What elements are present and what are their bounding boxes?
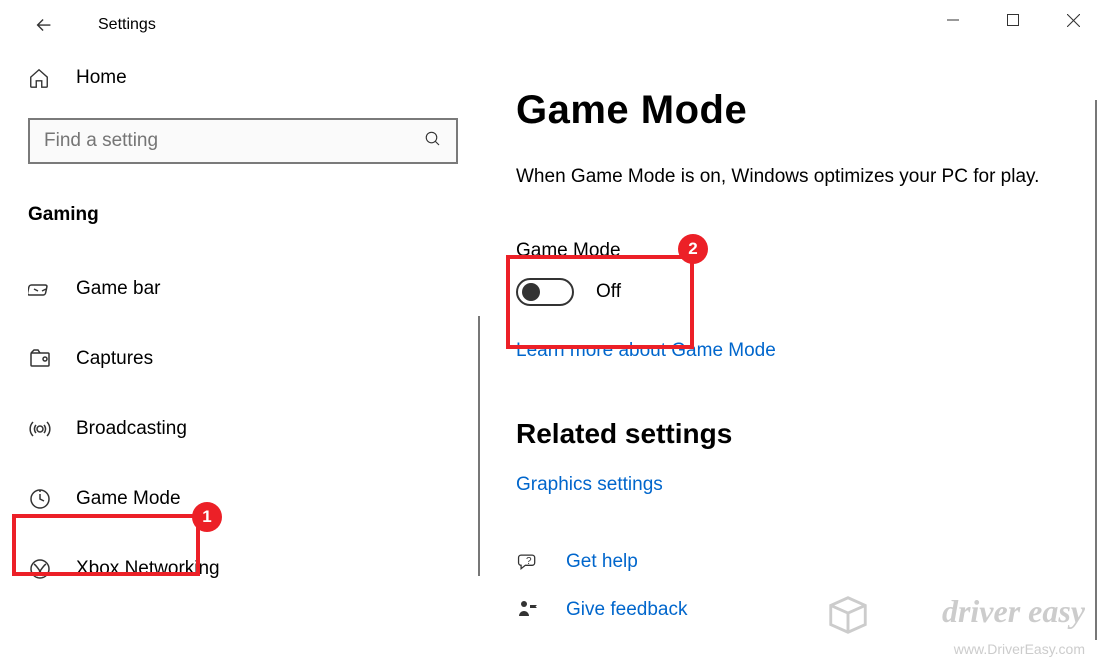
help-icon: ? bbox=[516, 550, 544, 574]
toggle-knob bbox=[522, 283, 540, 301]
annotation-badge-2: 2 bbox=[678, 234, 708, 264]
sidebar-item-gamemode[interactable]: Game Mode bbox=[28, 464, 456, 534]
feedback-icon bbox=[516, 598, 544, 622]
sidebar-section-header: Gaming bbox=[28, 204, 456, 226]
toggle-label: Game Mode bbox=[516, 240, 1073, 262]
page-description: When Game Mode is on, Windows optimizes … bbox=[516, 163, 1046, 192]
home-icon bbox=[28, 67, 52, 89]
sidebar-item-label: Broadcasting bbox=[76, 418, 187, 440]
close-button[interactable] bbox=[1043, 0, 1103, 40]
toggle-state: Off bbox=[596, 281, 621, 303]
page-title: Game Mode bbox=[516, 88, 1073, 133]
search-input[interactable] bbox=[44, 130, 424, 152]
sidebar-item-broadcasting[interactable]: Broadcasting bbox=[28, 394, 456, 464]
gamemode-icon bbox=[28, 487, 54, 511]
gamemode-toggle[interactable] bbox=[516, 278, 574, 306]
sidebar-scroll-indicator[interactable] bbox=[478, 316, 480, 576]
sidebar-item-label: Xbox Networking bbox=[76, 558, 220, 580]
sidebar-item-label: Captures bbox=[76, 348, 153, 370]
sidebar-item-label: Game bar bbox=[76, 278, 160, 300]
broadcast-icon bbox=[28, 417, 54, 441]
minimize-button[interactable] bbox=[923, 0, 983, 40]
sidebar-home[interactable]: Home bbox=[28, 50, 456, 106]
captures-icon bbox=[28, 347, 54, 371]
sidebar-item-gamebar[interactable]: Game bar bbox=[28, 254, 456, 324]
gamebar-icon bbox=[28, 277, 54, 301]
learn-more-link[interactable]: Learn more about Game Mode bbox=[516, 340, 776, 362]
sidebar-item-xbox[interactable]: Xbox Networking bbox=[28, 534, 456, 604]
give-feedback-link[interactable]: Give feedback bbox=[566, 599, 687, 621]
content-scroll-indicator[interactable] bbox=[1095, 100, 1097, 640]
search-icon bbox=[424, 130, 442, 153]
sidebar-home-label: Home bbox=[76, 67, 127, 89]
sidebar-item-captures[interactable]: Captures bbox=[28, 324, 456, 394]
get-help-link[interactable]: Get help bbox=[566, 551, 638, 573]
window-title: Settings bbox=[98, 16, 156, 34]
xbox-icon bbox=[28, 557, 54, 581]
graphics-settings-link[interactable]: Graphics settings bbox=[516, 474, 663, 496]
annotation-badge-1: 1 bbox=[192, 502, 222, 532]
maximize-button[interactable] bbox=[983, 0, 1043, 40]
svg-text:?: ? bbox=[526, 556, 532, 567]
related-settings-heading: Related settings bbox=[516, 418, 1073, 450]
back-button[interactable] bbox=[28, 9, 60, 41]
search-box[interactable] bbox=[28, 118, 458, 164]
sidebar-item-label: Game Mode bbox=[76, 488, 181, 510]
